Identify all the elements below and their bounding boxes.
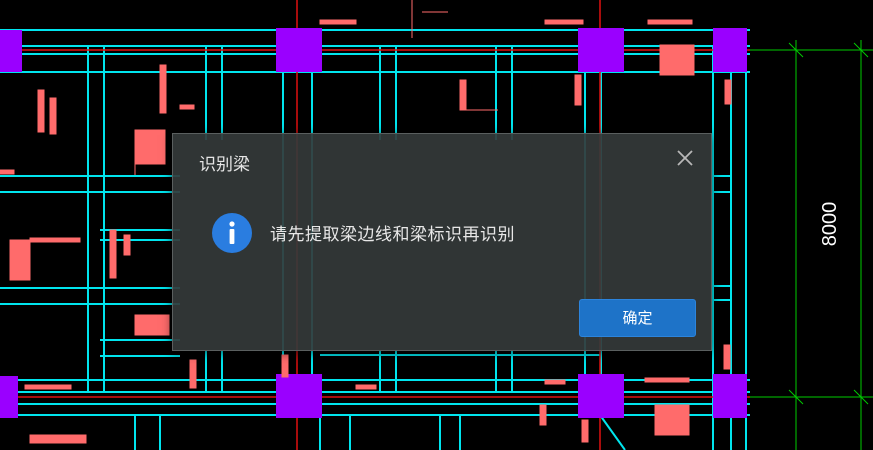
- recognize-beam-dialog: 识别梁 请先提取梁边线和梁标识再识别 确定: [172, 133, 712, 351]
- info-icon: [212, 213, 252, 253]
- ok-button[interactable]: 确定: [579, 299, 696, 337]
- dialog-title: 识别梁: [199, 155, 250, 175]
- dialog-message: 请先提取梁边线和梁标识再识别: [270, 225, 515, 245]
- close-icon[interactable]: [673, 146, 697, 170]
- dimension-text: 8000: [819, 202, 841, 247]
